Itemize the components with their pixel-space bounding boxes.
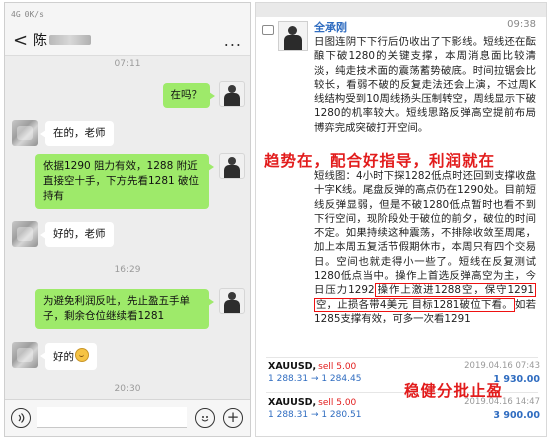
- trade-symbol: XAUUSD,: [268, 397, 317, 408]
- my-avatar[interactable]: [219, 288, 245, 314]
- post-top-strip: [256, 3, 546, 17]
- promo-slogan: 趋势在，配合好指导，利润就在: [264, 151, 496, 170]
- trade-side: sell 5.00: [318, 398, 357, 408]
- chat-timestamp: 20:30: [114, 384, 141, 394]
- message-input[interactable]: [37, 407, 187, 428]
- network-speed: 0K/s: [24, 9, 44, 19]
- blurred-name: [49, 35, 91, 45]
- author-avatar[interactable]: [278, 21, 308, 51]
- back-icon[interactable]: <: [13, 30, 33, 51]
- my-avatar[interactable]: [219, 153, 245, 179]
- my-avatar[interactable]: [219, 81, 245, 107]
- trade-date: 2019.04.16 07:43: [464, 361, 540, 371]
- post-time: 09:38: [507, 19, 536, 30]
- author-name[interactable]: 全承刚: [314, 19, 347, 35]
- highlighted-strategy: 操作上激进1288空，保守1291: [374, 283, 536, 298]
- smile-emoji-icon: [75, 348, 89, 362]
- message-bubble-sent[interactable]: 为避免利润反吐，先止盈五手单子，剩余仓位继续看1281: [35, 289, 214, 329]
- chat-header: < 陈 ...: [5, 25, 250, 56]
- trade-prices: 1 288.31 → 1 280.51: [268, 410, 362, 420]
- chat-timestamp: 16:29: [114, 265, 141, 275]
- contact-avatar[interactable]: [12, 342, 38, 368]
- message-bubble-sent[interactable]: 在吗？: [162, 83, 215, 108]
- chat-window: 4G 0K/s < 陈 ... 07:11 在吗？ 在的，老师 依据1290 阻…: [4, 2, 251, 437]
- signal-indicator: 4G: [11, 9, 21, 19]
- input-bar: +: [5, 399, 250, 436]
- emoji-icon[interactable]: [195, 408, 215, 428]
- promo-slogan-profit: 稳健分批止盈: [404, 381, 504, 400]
- trade-side: sell 5.00: [318, 362, 357, 372]
- trade-symbol: XAUUSD,: [268, 361, 317, 372]
- chat-timestamp: 07:11: [114, 59, 141, 69]
- trade-profit: 3 900.00: [493, 410, 540, 421]
- trade-record[interactable]: XAUUSD, sell 5.00 2019.04.16 07:43 1 288.…: [268, 361, 540, 385]
- analysis-paragraph: 日图连阴下下行后仍收出了下影线。短线还在酝酿下破1280的关键支撑，本周消息面比…: [314, 36, 536, 134]
- comment-icon[interactable]: [262, 25, 274, 35]
- trade-prices: 1 288.31 → 1 284.45: [268, 374, 362, 384]
- plus-icon[interactable]: +: [223, 408, 243, 428]
- contact-avatar[interactable]: [12, 221, 38, 247]
- message-bubble-received[interactable]: 好的，老师: [40, 222, 114, 247]
- contact-avatar[interactable]: [12, 120, 38, 146]
- more-menu-icon[interactable]: ...: [224, 31, 242, 50]
- analysis-paragraph-detail: 短线图：4小时下探1282低点时还回到支撑收盘十字K线。尾盘反弹的高点仍在129…: [314, 169, 536, 326]
- message-text: 好的: [53, 351, 74, 363]
- analysis-post: 全承刚 09:38 日图连阴下下行后仍收出了下影线。短线还在酝酿下破1280的关…: [255, 2, 547, 437]
- message-bubble-received[interactable]: 好的: [40, 343, 97, 370]
- chat-title: 陈: [33, 33, 47, 49]
- status-bar: 4G 0K/s: [5, 3, 250, 25]
- analysis-text: 短线图：4小时下探1282低点时还回到支撑收盘十字K线。尾盘反弹的高点仍在129…: [314, 170, 536, 297]
- highlighted-stoploss: 空，止损各带4美元 目标1281破位下看。: [314, 297, 515, 312]
- voice-icon[interactable]: [11, 408, 31, 428]
- message-bubble-sent[interactable]: 依据1290 阻力有效，1288 附近直接空十手，下方先看1281 破位持有: [35, 154, 214, 209]
- divider: [266, 357, 538, 358]
- message-bubble-received[interactable]: 在的，老师: [40, 121, 114, 146]
